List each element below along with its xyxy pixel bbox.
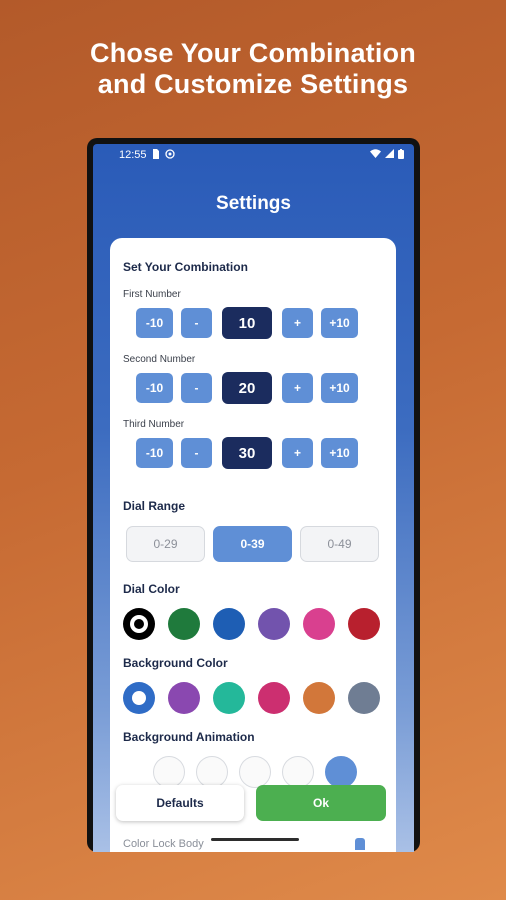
sim-icon	[152, 148, 160, 162]
third-plus-button[interactable]: +	[282, 438, 313, 468]
third-number-value: 30	[222, 437, 272, 469]
background-color-swatch[interactable]	[123, 682, 155, 714]
background-color-title: Background Color	[123, 656, 228, 670]
headline-line-2: and Customize Settings	[97, 69, 409, 99]
status-bar: 12:55	[93, 144, 414, 166]
range-option-0-39[interactable]: 0-39	[213, 526, 292, 562]
dial-color-swatch[interactable]	[213, 608, 245, 640]
dial-color-swatches	[123, 608, 383, 640]
second-number-value: 20	[222, 372, 272, 404]
background-color-swatch[interactable]	[258, 682, 290, 714]
settings-card: Set Your Combination First Number -10 - …	[110, 238, 396, 852]
combination-title: Set Your Combination	[123, 260, 248, 274]
first-plus-button[interactable]: +	[282, 308, 313, 338]
third-plus-ten-button[interactable]: +10	[321, 438, 358, 468]
first-minus-button[interactable]: -	[181, 308, 212, 338]
promo-headline: Chose Your Combination and Customize Set…	[0, 38, 506, 100]
signal-icon	[385, 149, 394, 161]
background-animation-options	[123, 756, 383, 788]
headline-line-1: Chose Your Combination	[90, 38, 416, 68]
footer-buttons: Defaults Ok	[116, 785, 396, 821]
background-animation-title: Background Animation	[123, 730, 255, 744]
third-number-label: Third Number	[123, 419, 185, 430]
animation-option[interactable]	[196, 756, 228, 788]
battery-icon	[398, 148, 404, 162]
animation-option[interactable]	[282, 756, 314, 788]
dial-color-swatch[interactable]	[168, 608, 200, 640]
background-color-swatch[interactable]	[168, 682, 200, 714]
first-number-label: First Number	[123, 289, 181, 300]
phone-frame: 12:55 Settings Set Your Combination Firs…	[87, 138, 420, 852]
third-number-stepper: -10 - 30 + +10	[123, 437, 383, 469]
dial-color-swatch[interactable]	[303, 608, 335, 640]
animation-option-selected[interactable]	[325, 756, 357, 788]
dial-color-swatch[interactable]	[258, 608, 290, 640]
second-plus-ten-button[interactable]: +10	[321, 373, 358, 403]
dial-color-title: Dial Color	[123, 582, 180, 596]
background-color-swatches	[123, 682, 383, 714]
color-lock-body-toggle[interactable]	[355, 838, 365, 850]
color-lock-body-label: Color Lock Body	[123, 838, 204, 850]
second-number-stepper: -10 - 20 + +10	[123, 372, 383, 404]
third-minus-button[interactable]: -	[181, 438, 212, 468]
first-plus-ten-button[interactable]: +10	[321, 308, 358, 338]
screen-title: Settings	[216, 193, 291, 214]
first-minus-ten-button[interactable]: -10	[136, 308, 173, 338]
defaults-button[interactable]: Defaults	[116, 785, 244, 821]
first-number-value: 10	[222, 307, 272, 339]
dial-color-swatch[interactable]	[123, 608, 155, 640]
range-option-0-29[interactable]: 0-29	[126, 526, 205, 562]
range-option-0-49[interactable]: 0-49	[300, 526, 379, 562]
dial-color-swatch[interactable]	[348, 608, 380, 640]
status-time: 12:55	[119, 149, 147, 161]
second-number-label: Second Number	[123, 354, 196, 365]
dial-range-options: 0-29 0-39 0-49	[123, 526, 383, 562]
second-minus-button[interactable]: -	[181, 373, 212, 403]
second-minus-ten-button[interactable]: -10	[136, 373, 173, 403]
background-color-swatch[interactable]	[213, 682, 245, 714]
app-screen: 12:55 Settings Set Your Combination Firs…	[93, 144, 414, 852]
first-number-stepper: -10 - 10 + +10	[123, 307, 383, 339]
dial-range-title: Dial Range	[123, 499, 186, 513]
background-color-swatch[interactable]	[348, 682, 380, 714]
animation-option[interactable]	[153, 756, 185, 788]
ok-button[interactable]: Ok	[256, 785, 386, 821]
vpn-icon	[164, 148, 175, 162]
home-indicator	[211, 838, 299, 841]
background-color-swatch[interactable]	[303, 682, 335, 714]
wifi-icon	[370, 149, 381, 161]
third-minus-ten-button[interactable]: -10	[136, 438, 173, 468]
animation-option[interactable]	[239, 756, 271, 788]
second-plus-button[interactable]: +	[282, 373, 313, 403]
